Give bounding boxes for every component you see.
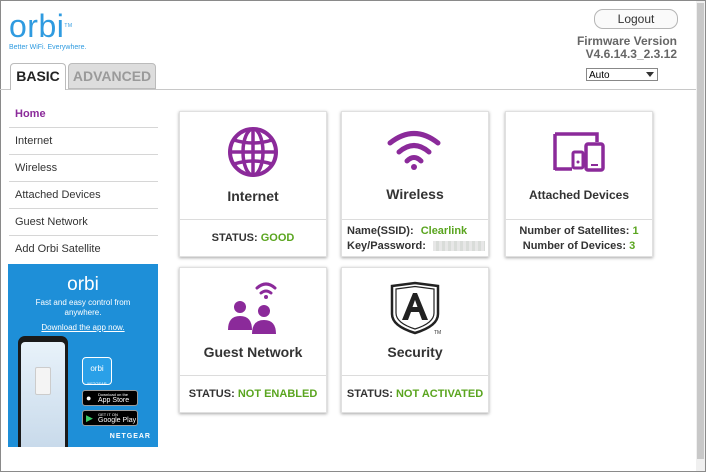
app-icon-sublabel: NETGEAR [87, 381, 107, 386]
security-status: STATUS: NOT ACTIVATED [342, 388, 488, 400]
download-app-link[interactable]: Download the app now. [8, 323, 158, 332]
internet-status: STATUS: GOOD [180, 232, 326, 244]
card-divider [342, 219, 488, 220]
armor-shield-icon [390, 281, 440, 335]
google-play-badge[interactable]: ▶ GET IT ON Google Play [82, 410, 138, 426]
card-divider [342, 375, 488, 376]
logo-tagline: Better WiFi. Everywhere. [9, 44, 87, 51]
status-label: STATUS: [346, 388, 393, 400]
satellites-line: Number of Satellites: 1 [506, 225, 652, 237]
security-title: Security [387, 344, 443, 360]
app-store-badge[interactable]: ● Download on the App Store [82, 390, 138, 406]
vertical-scrollbar[interactable] [696, 1, 705, 471]
satellites-label: Number of Satellites: [519, 225, 630, 237]
tab-underline [0, 89, 696, 90]
sidebar-item-add-orbi-satellite[interactable]: Add Orbi Satellite [9, 236, 158, 262]
play-big: Google Play [98, 417, 137, 424]
tab-advanced[interactable]: ADVANCED [68, 63, 156, 89]
satellite-image [35, 367, 51, 395]
guest-network-card[interactable]: Guest Network STATUS: NOT ENABLED [179, 267, 327, 413]
logo-word: orbi [9, 8, 65, 44]
app-promo-banner: orbi Fast and easy control from anywhere… [8, 264, 158, 447]
ssid-value: Clearlink [420, 225, 468, 237]
security-tm: TM [434, 330, 442, 336]
attached-devices-title: Attached Devices [528, 188, 630, 202]
card-divider [506, 219, 652, 220]
security-status-value: NOT ACTIVATED [395, 388, 484, 400]
phone-image [18, 336, 68, 447]
card-divider [180, 219, 326, 220]
language-selected-value: Auto [589, 70, 610, 81]
guest-status-value: NOT ENABLED [237, 388, 318, 400]
satellites-value: 1 [632, 225, 639, 237]
guest-network-title: Guest Network [203, 344, 303, 360]
sidebar-item-attached-devices[interactable]: Attached Devices [9, 182, 158, 209]
devices-line: Number of Devices: 3 [506, 240, 652, 252]
promo-logo: orbi [67, 274, 99, 295]
internet-status-value: GOOD [260, 232, 295, 244]
wifi-icon [387, 131, 441, 170]
internet-card[interactable]: Internet STATUS: GOOD [179, 111, 327, 257]
logo-tm: TM [64, 23, 73, 29]
wireless-card[interactable]: Wireless Name(SSID): Clearlink Key/Passw… [341, 111, 489, 257]
globe-icon [228, 127, 278, 177]
key-line: Key/Password: [347, 240, 485, 252]
status-label: STATUS: [211, 232, 258, 244]
chevron-down-icon [646, 72, 654, 77]
apple-icon: ● [86, 393, 92, 403]
ssid-line: Name(SSID): Clearlink [347, 225, 467, 237]
firmware-label: Firmware Version [576, 34, 677, 48]
security-card[interactable]: TM Security STATUS: NOT ACTIVATED [341, 267, 489, 413]
devices-value: 3 [629, 240, 636, 252]
attached-devices-card[interactable]: Attached Devices Number of Satellites: 1… [505, 111, 653, 257]
internet-title: Internet [227, 188, 279, 204]
sidebar-item-guest-network[interactable]: Guest Network [9, 209, 158, 236]
scrollbar-thumb[interactable] [697, 3, 704, 459]
language-select[interactable]: Auto [586, 68, 658, 81]
firmware-version: V4.6.14.3_2.3.12 [585, 47, 677, 61]
card-divider [180, 375, 326, 376]
sidebar-nav: Home Internet Wireless Attached Devices … [9, 101, 158, 262]
tab-basic[interactable]: BASIC [10, 63, 66, 90]
promo-text: Fast and easy control from anywhere. [35, 298, 131, 317]
password-redacted [432, 241, 485, 252]
devices-icon [553, 132, 605, 172]
status-label: STATUS: [188, 388, 235, 400]
sidebar-item-home[interactable]: Home [9, 101, 158, 128]
play-icon: ▶ [86, 413, 93, 423]
sidebar-item-wireless[interactable]: Wireless [9, 155, 158, 182]
netgear-brand: NETGEAR [109, 433, 151, 440]
phone-screen [21, 342, 65, 447]
wireless-title: Wireless [386, 186, 444, 202]
logout-button[interactable]: Logout [594, 9, 678, 29]
orbi-logo: orbiTM Better WiFi. Everywhere. [9, 8, 87, 51]
devices-label: Number of Devices: [522, 240, 627, 252]
guest-network-icon [228, 282, 277, 334]
sidebar-item-internet[interactable]: Internet [9, 128, 158, 155]
guest-status: STATUS: NOT ENABLED [180, 388, 326, 400]
app-store-big: App Store [98, 397, 130, 404]
key-label: Key/Password: [347, 240, 426, 252]
ssid-label: Name(SSID): [347, 225, 414, 237]
